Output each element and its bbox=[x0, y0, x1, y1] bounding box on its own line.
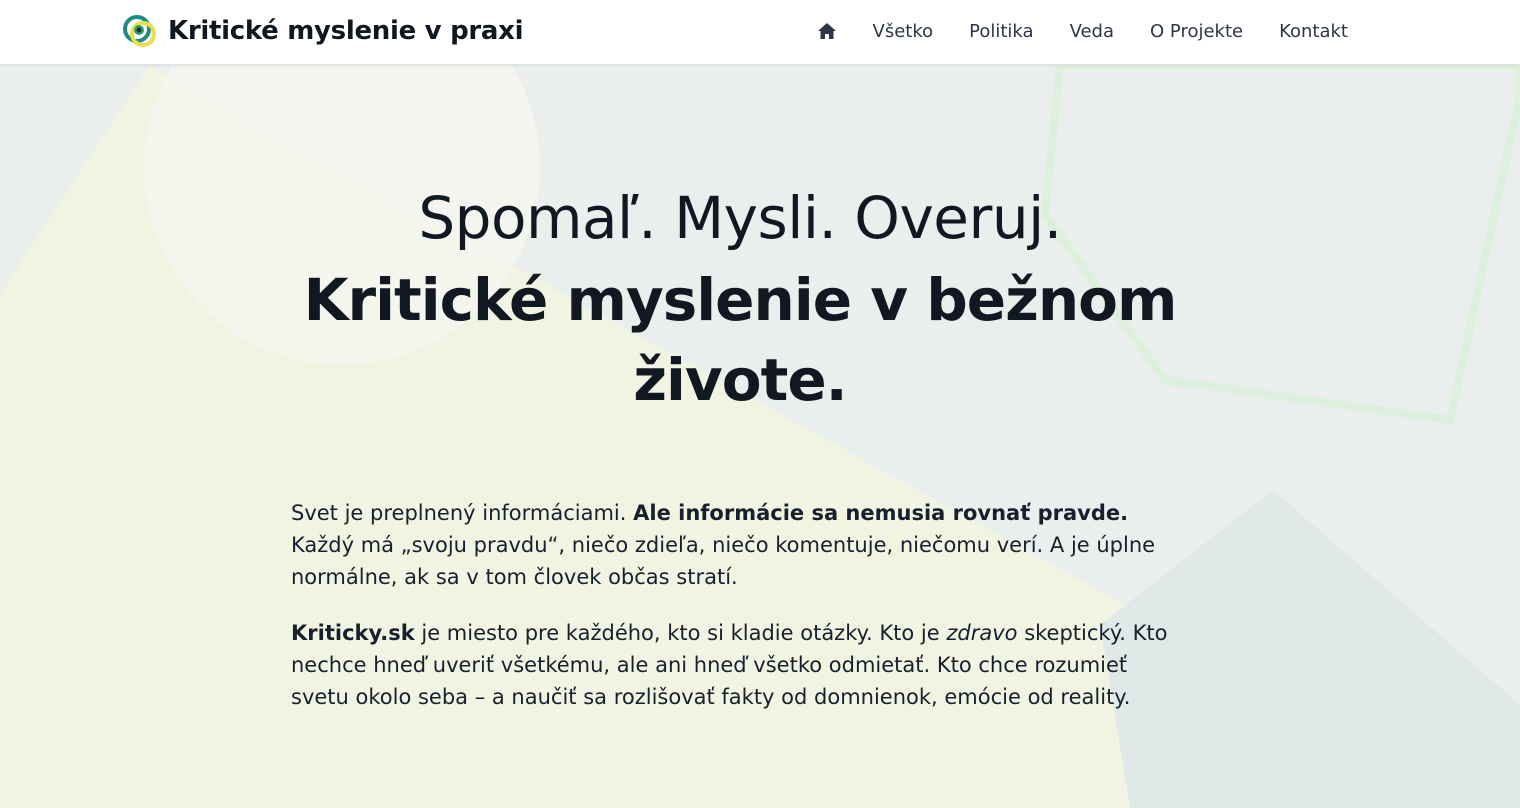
page: Kritické myslenie v praxi Všetko Politik… bbox=[0, 0, 1520, 808]
nav-item-vsetko[interactable]: Všetko bbox=[873, 21, 934, 42]
hero-heading: Kritické myslenie v bežnom živote. bbox=[303, 266, 1178, 414]
site-title: Kritické myslenie v praxi bbox=[168, 16, 524, 46]
nav-item-o-projekte[interactable]: O Projekte bbox=[1150, 21, 1243, 42]
intro-p2-italic: zdravo bbox=[946, 621, 1018, 645]
eye-logo-icon bbox=[123, 15, 156, 47]
hero-tagline: Spomaľ. Mysli. Overuj. bbox=[418, 184, 1062, 252]
intro-p1-rest: Každý má „svoju pravdu“, niečo zdieľa, n… bbox=[291, 533, 1156, 589]
intro-paragraph-1: Svet je preplnený informáciami. Ale info… bbox=[291, 497, 1181, 593]
intro-p1-start: Svet je preplnený informáciami. bbox=[291, 501, 634, 525]
intro-p1-emphasis: Ale informácie sa nemusia rovnať pravde. bbox=[633, 501, 1129, 525]
nav-item-kontakt[interactable]: Kontakt bbox=[1279, 21, 1348, 42]
brand-link[interactable]: Kritické myslenie v praxi bbox=[122, 13, 524, 49]
nav-item-politika[interactable]: Politika bbox=[969, 21, 1033, 42]
site-header: Kritické myslenie v praxi Všetko Politik… bbox=[0, 0, 1520, 65]
home-icon[interactable] bbox=[817, 21, 837, 41]
intro-text: Svet je preplnený informáciami. Ale info… bbox=[291, 497, 1181, 737]
intro-p2-mid: je miesto pre každého, kto si kladie otá… bbox=[414, 621, 947, 645]
intro-p2-site-name: Kriticky.sk bbox=[291, 621, 415, 645]
intro-paragraph-2: Kriticky.sk je miesto pre každého, kto s… bbox=[291, 617, 1181, 713]
nav-item-veda[interactable]: Veda bbox=[1070, 21, 1114, 42]
main-nav: Všetko Politika Veda O Projekte Kontakt bbox=[817, 0, 1348, 62]
